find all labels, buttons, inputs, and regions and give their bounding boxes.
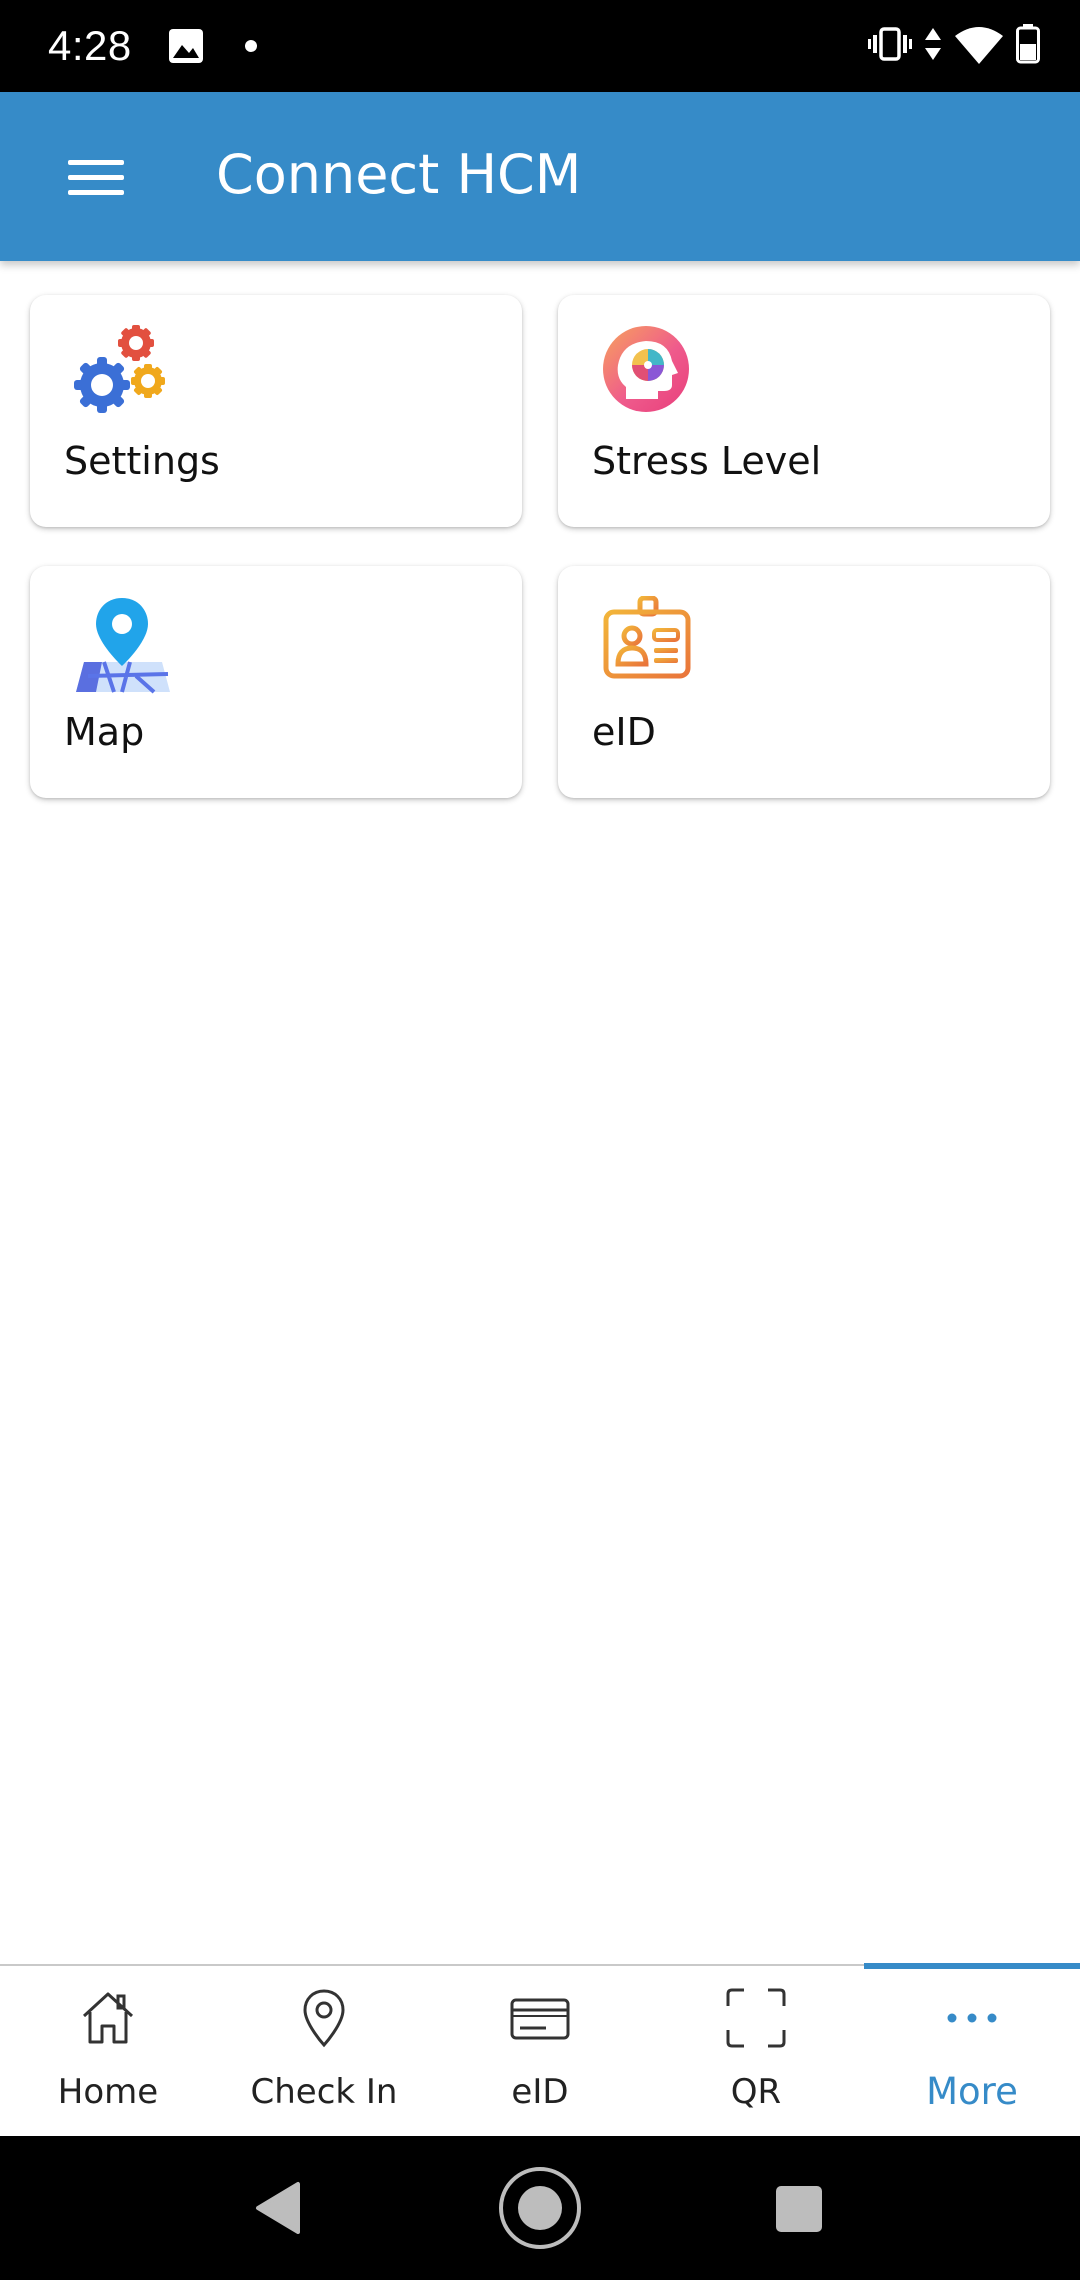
tile-label: Map <box>64 710 145 754</box>
wifi-icon: 4 <box>954 26 1004 66</box>
nav-label: QR <box>730 2072 782 2112</box>
qr-frame-icon <box>726 1988 786 2048</box>
nav-label: Check In <box>250 2072 398 2112</box>
back-icon[interactable] <box>252 2180 302 2240</box>
tile-stress-level[interactable]: Stress Level <box>558 295 1050 527</box>
wifi-badge: 4 <box>993 47 1002 64</box>
dot-icon <box>245 40 257 52</box>
map-pin-icon <box>74 596 174 696</box>
app-bar: Connect HCM <box>0 92 1080 261</box>
hamburger-menu-icon <box>68 158 124 202</box>
home-circle-icon[interactable] <box>498 2166 582 2254</box>
nav-label: eID <box>511 2072 569 2112</box>
id-badge-icon <box>602 595 702 696</box>
system-nav-bar <box>0 2136 1080 2280</box>
nav-item-more[interactable]: More <box>864 1963 1080 2138</box>
tile-label: eID <box>592 710 656 754</box>
location-pin-icon <box>294 1988 354 2048</box>
home-icon <box>78 1988 138 2048</box>
nav-item-eid[interactable]: eID <box>432 1966 648 2138</box>
tile-eid[interactable]: eID <box>558 566 1050 798</box>
nav-label: Home <box>57 2072 159 2112</box>
recents-icon[interactable] <box>776 2186 822 2232</box>
nav-item-qr[interactable]: QR <box>648 1966 864 2138</box>
gears-icon <box>74 325 174 425</box>
tile-settings[interactable]: Settings <box>30 295 522 527</box>
menu-button[interactable] <box>52 136 140 224</box>
tile-map[interactable]: Map <box>30 566 522 798</box>
stress-head-icon <box>602 325 702 425</box>
data-arrows-icon <box>924 26 942 66</box>
tile-label: Settings <box>64 439 220 483</box>
vibrate-icon <box>868 26 912 66</box>
more-dots-icon <box>942 1988 1002 2048</box>
battery-icon <box>1016 24 1040 68</box>
bottom-nav: Home Check In eID QR More <box>0 1963 1080 2138</box>
status-indicators: 4 <box>868 22 1040 70</box>
tile-label: Stress Level <box>592 439 822 483</box>
nav-item-home[interactable]: Home <box>0 1966 216 2138</box>
active-indicator <box>864 1963 1080 1969</box>
nav-item-check-in[interactable]: Check In <box>216 1966 432 2138</box>
nav-label: More <box>926 2070 1018 2113</box>
image-icon <box>168 28 204 68</box>
page-title: Connect HCM <box>216 143 582 206</box>
card-icon <box>510 1988 570 2048</box>
status-bar: 4:28 4 <box>0 0 1080 92</box>
status-time: 4:28 <box>48 22 132 69</box>
